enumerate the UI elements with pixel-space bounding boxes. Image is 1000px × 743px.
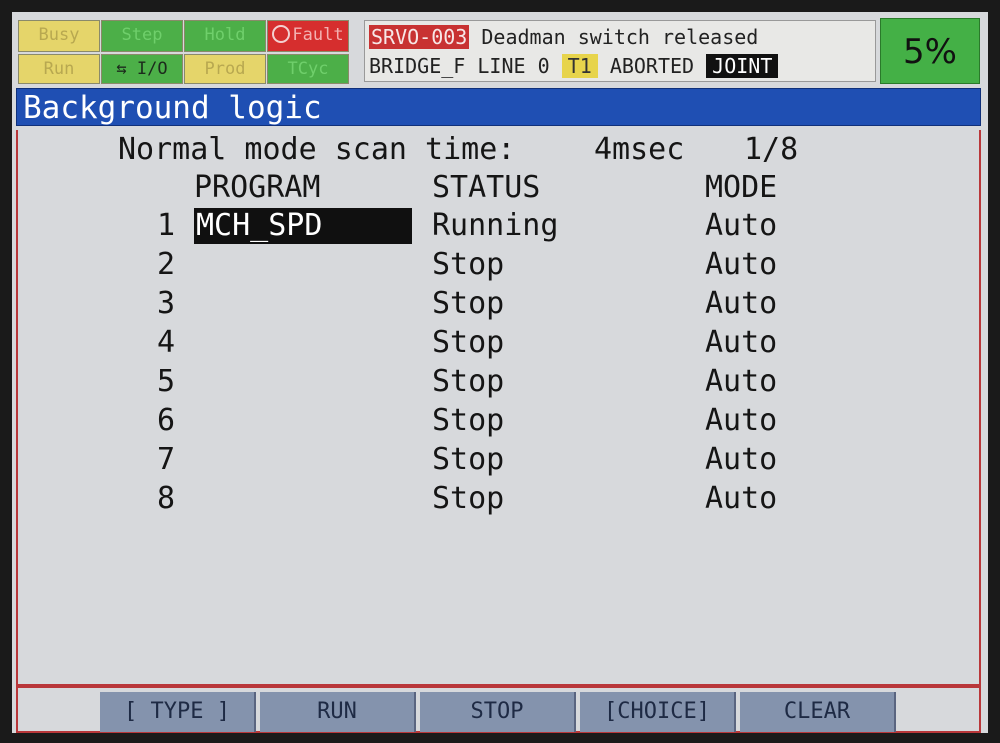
coord-system: JOINT bbox=[706, 54, 779, 78]
program-cell[interactable] bbox=[194, 325, 412, 361]
row-number: 3 bbox=[156, 286, 175, 321]
program-cell[interactable] bbox=[194, 364, 412, 400]
row-number: 4 bbox=[156, 325, 175, 360]
table-row[interactable]: 7 Stop Auto bbox=[18, 442, 979, 481]
table-row[interactable]: 2 Stop Auto bbox=[18, 247, 979, 286]
program-status-line: BRIDGE_F LINE 0 T1 ABORTED JOINT bbox=[369, 54, 779, 78]
column-header-mode: MODE bbox=[705, 170, 778, 205]
step-indicator: Step bbox=[101, 20, 183, 52]
program-cell[interactable] bbox=[194, 286, 412, 322]
program-cell[interactable] bbox=[194, 247, 412, 283]
row-number: 5 bbox=[156, 364, 175, 399]
row-number: 6 bbox=[156, 403, 175, 438]
table-row[interactable]: 3 Stop Auto bbox=[18, 286, 979, 325]
mode-cell[interactable]: Auto bbox=[705, 364, 777, 399]
status-cell[interactable]: Stop bbox=[432, 286, 504, 321]
alarm-code: SRVO-003 bbox=[369, 25, 470, 49]
mode-cell[interactable]: Auto bbox=[705, 403, 777, 438]
mode-cell[interactable]: Auto bbox=[705, 325, 777, 360]
run-indicator: Run bbox=[18, 54, 100, 84]
mode-cell[interactable]: Auto bbox=[705, 247, 777, 282]
table-row[interactable]: 6 Stop Auto bbox=[18, 403, 979, 442]
f5-clear-button[interactable]: CLEAR bbox=[740, 692, 896, 732]
status-cell[interactable]: Stop bbox=[432, 325, 504, 360]
function-key-bar: [ TYPE ] RUN STOP [CHOICE] CLEAR bbox=[16, 686, 981, 733]
program-cell[interactable] bbox=[194, 442, 412, 478]
mode-cell[interactable]: Auto bbox=[705, 208, 777, 243]
scan-time-value: 4msec bbox=[594, 132, 685, 167]
hold-indicator: Hold bbox=[184, 20, 266, 52]
f3-stop-button[interactable]: STOP bbox=[420, 692, 576, 732]
mode-tag-t1: T1 bbox=[561, 54, 598, 78]
table-row[interactable]: 4 Stop Auto bbox=[18, 325, 979, 364]
mode-cell[interactable]: Auto bbox=[705, 286, 777, 321]
program-cell[interactable] bbox=[194, 403, 412, 439]
prod-indicator: Prod bbox=[184, 54, 266, 84]
status-cell[interactable]: Stop bbox=[432, 481, 504, 516]
table-row[interactable]: 8 Stop Auto bbox=[18, 481, 979, 520]
scan-time-line: Normal mode scan time: 4msec 1/8 bbox=[118, 132, 798, 167]
f1-type-button[interactable]: [ TYPE ] bbox=[100, 692, 256, 732]
row-number: 8 bbox=[156, 481, 175, 516]
io-indicator: ⇆ I/O bbox=[101, 54, 183, 84]
table-row[interactable]: 1 MCH_SPD Running Auto bbox=[18, 208, 979, 247]
program-state: ABORTED bbox=[609, 54, 695, 78]
busy-indicator: Busy bbox=[18, 20, 100, 52]
line-number: LINE 0 bbox=[477, 54, 550, 78]
table-row[interactable]: 5 Stop Auto bbox=[18, 364, 979, 403]
alarm-message: Deadman switch released bbox=[481, 25, 759, 49]
background-logic-panel: Normal mode scan time: 4msec 1/8 PROGRAM… bbox=[16, 130, 981, 686]
fault-circle-icon bbox=[272, 25, 291, 43]
tcyc-indicator: TCyc bbox=[267, 54, 349, 84]
teach-pendant-screen: Busy Step Hold Fault Run ⇆ I/O Prod TCyc… bbox=[12, 12, 988, 733]
status-cell[interactable]: Stop bbox=[432, 403, 504, 438]
fault-indicator-label: Fault bbox=[292, 25, 344, 45]
row-number: 1 bbox=[156, 208, 175, 243]
io-indicator-label: I/O bbox=[136, 59, 168, 79]
status-cell[interactable]: Stop bbox=[432, 442, 504, 477]
column-header-program: PROGRAM bbox=[194, 170, 321, 205]
f4-choice-button[interactable]: [CHOICE] bbox=[580, 692, 736, 732]
page-indicator: 1/8 bbox=[744, 132, 799, 167]
row-number: 2 bbox=[156, 247, 175, 282]
io-arrows-icon: ⇆ bbox=[116, 59, 127, 79]
program-name: BRIDGE_F bbox=[369, 54, 466, 78]
column-header-status: STATUS bbox=[432, 170, 541, 205]
screen-title: Background logic bbox=[16, 88, 981, 126]
status-cell[interactable]: Stop bbox=[432, 364, 504, 399]
status-cell[interactable]: Stop bbox=[432, 247, 504, 282]
program-cell[interactable] bbox=[194, 481, 412, 517]
mode-cell[interactable]: Auto bbox=[705, 442, 777, 477]
program-cell-selected[interactable]: MCH_SPD bbox=[194, 208, 412, 244]
fault-indicator: Fault bbox=[267, 20, 349, 52]
mode-cell[interactable]: Auto bbox=[705, 481, 777, 516]
scan-time-label: Normal mode scan time: bbox=[118, 132, 516, 167]
f2-run-button[interactable]: RUN bbox=[260, 692, 416, 732]
status-cell[interactable]: Running bbox=[432, 208, 558, 243]
alarm-panel: SRVO-003 Deadman switch released BRIDGE_… bbox=[364, 20, 876, 82]
row-number: 7 bbox=[156, 442, 175, 477]
alarm-line: SRVO-003 Deadman switch released bbox=[369, 25, 758, 49]
speed-override: 5% bbox=[880, 18, 980, 84]
